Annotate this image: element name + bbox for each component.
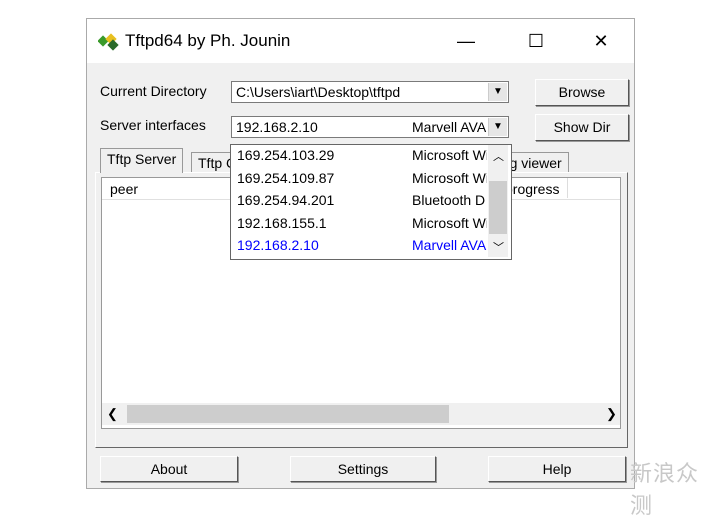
current-directory-label: Current Directory	[100, 83, 207, 99]
scrollbar-thumb[interactable]	[127, 405, 449, 423]
option-desc: Bluetooth D	[412, 192, 486, 208]
dropdown-option[interactable]: 169.254.103.29 Microsoft Wi	[237, 147, 487, 169]
tftpd-app-icon	[97, 31, 120, 51]
option-desc: Marvell AVA	[412, 237, 487, 253]
chevron-down-icon[interactable]: ▼	[488, 83, 507, 101]
option-ip: 169.254.103.29	[237, 147, 335, 163]
settings-button[interactable]: Settings	[290, 456, 436, 482]
tab-tftp-server[interactable]: Tftp Server	[100, 148, 184, 173]
option-desc: Microsoft Wi	[412, 215, 487, 231]
minimize-button[interactable]: —	[446, 27, 486, 55]
watermark-logo: 新浪众测	[630, 461, 700, 518]
chevron-down-icon[interactable]: ▼	[488, 118, 507, 136]
about-button[interactable]: About	[100, 456, 238, 482]
option-desc: Microsoft Wi	[412, 170, 487, 186]
scroll-right-icon[interactable]: ❯	[606, 406, 617, 422]
show-dir-button[interactable]: Show Dir	[535, 114, 629, 141]
scroll-left-icon[interactable]: ❮	[107, 406, 118, 422]
current-directory-value: C:\Users\iart\Desktop\tftpd	[236, 84, 401, 100]
server-interfaces-label: Server interfaces	[100, 117, 206, 133]
server-interface-ip: 192.168.2.10	[236, 119, 318, 135]
window-title: Tftpd64 by Ph. Jounin	[125, 31, 291, 50]
option-ip: 192.168.155.1	[237, 215, 327, 231]
dropdown-option-selected[interactable]: 192.168.2.10 Marvell AVA	[237, 237, 487, 259]
option-desc: Microsoft Wi	[412, 147, 487, 163]
horizontal-scrollbar[interactable]: ❮ ❯	[102, 403, 620, 425]
maximize-button[interactable]: ☐	[516, 27, 556, 55]
current-directory-select[interactable]: C:\Users\iart\Desktop\tftpd ▼	[231, 81, 509, 103]
dropdown-option[interactable]: 169.254.109.87 Microsoft Wi	[237, 170, 487, 192]
scroll-up-icon[interactable]: ︿	[493, 148, 504, 164]
server-interfaces-select[interactable]: 192.168.2.10 Marvell AVA ▼	[231, 116, 509, 138]
server-interface-desc: Marvell AVA	[412, 119, 486, 135]
dropdown-scrollbar[interactable]: ︿ ﹀	[488, 145, 508, 257]
scrollbar-thumb[interactable]	[489, 181, 507, 234]
browse-button[interactable]: Browse	[535, 79, 629, 106]
close-button[interactable]: ✕	[581, 27, 621, 55]
help-button[interactable]: Help	[488, 456, 626, 482]
scroll-down-icon[interactable]: ﹀	[493, 239, 504, 255]
dropdown-option[interactable]: 169.254.94.201 Bluetooth D	[237, 192, 487, 214]
dropdown-option[interactable]: 192.168.155.1 Microsoft Wi	[237, 215, 487, 237]
option-ip: 192.168.2.10	[237, 237, 319, 253]
option-ip: 169.254.94.201	[237, 192, 335, 208]
column-peer[interactable]: peer	[110, 181, 138, 197]
server-interfaces-dropdown[interactable]: 169.254.103.29 Microsoft Wi 169.254.109.8…	[230, 144, 512, 260]
option-ip: 169.254.109.87	[237, 170, 335, 186]
title-bar: Tftpd64 by Ph. Jounin — ☐ ✕	[87, 19, 634, 63]
